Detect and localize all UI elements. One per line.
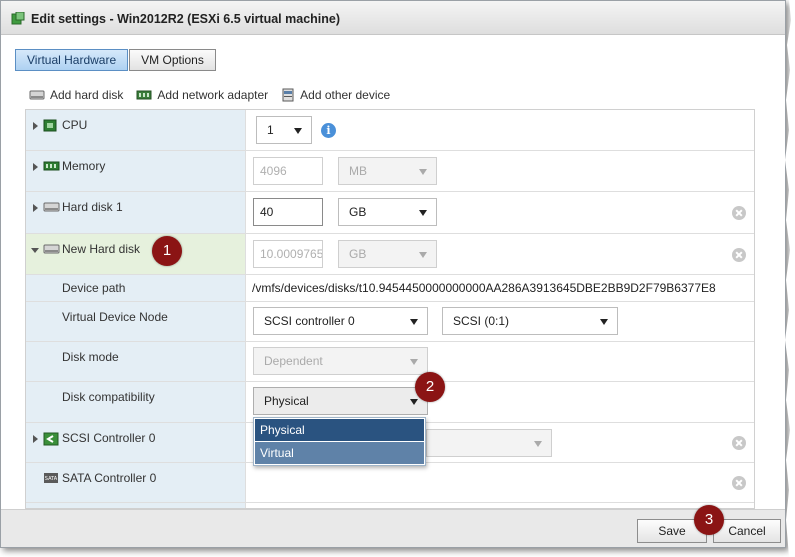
disk-mode-label: Disk mode	[62, 350, 119, 364]
row-memory: Memory 4096 MB	[26, 150, 754, 191]
dialog-title: Edit settings - Win2012R2 (ESXi 6.5 virt…	[31, 12, 341, 26]
remove-hard-disk-1-icon[interactable]	[732, 206, 746, 220]
title-bar: Edit settings - Win2012R2 (ESXi 6.5 virt…	[1, 1, 785, 35]
disk-compatibility-value: Physical	[264, 394, 309, 408]
hard-disk-1-label: Hard disk 1	[62, 200, 123, 214]
scsi-controller-label: SCSI Controller 0	[62, 431, 156, 445]
controller-value: SCSI controller 0	[264, 314, 355, 328]
hard-disk-icon	[43, 202, 60, 212]
device-path-value: /vmfs/devices/disks/t10.9454450000000000…	[252, 281, 716, 295]
remove-sata-controller-icon[interactable]	[732, 476, 746, 490]
info-icon[interactable]: i	[321, 123, 336, 138]
cpu-label: CPU	[62, 118, 88, 132]
row-hard-disk-1: Hard disk 1 40 GB	[26, 191, 754, 233]
add-hard-disk-button[interactable]: Add hard disk	[29, 88, 123, 102]
row-virtual-device-node: Virtual Device Node SCSI controller 0 SC…	[26, 301, 754, 341]
cpu-count-select[interactable]: 1	[256, 116, 312, 144]
annotation-badge: 2	[415, 372, 445, 402]
memory-unit-select[interactable]: MB	[338, 157, 437, 185]
remove-new-hard-disk-icon[interactable]	[732, 248, 746, 262]
virtual-device-node-label: Virtual Device Node	[62, 310, 168, 324]
add-network-adapter-button[interactable]: Add network adapter	[136, 88, 268, 102]
new-hard-disk-label: New Hard disk	[62, 242, 141, 256]
disk-mode-select[interactable]: Dependent	[253, 347, 428, 375]
hard-disk-1-size-input[interactable]: 40	[253, 198, 323, 226]
memory-size-input[interactable]: 4096	[253, 157, 323, 185]
edit-settings-dialog: Edit settings - Win2012R2 (ESXi 6.5 virt…	[0, 0, 786, 548]
tab-vm-options[interactable]: VM Options	[129, 49, 216, 71]
disk-compatibility-dropdown: Physical Virtual	[253, 417, 426, 466]
disk-compatibility-select[interactable]: Physical	[253, 387, 428, 415]
sata-controller-icon: SATA	[44, 473, 58, 483]
other-device-icon	[282, 88, 294, 102]
annotation-badge: 3	[694, 505, 724, 535]
new-hard-disk-unit-select[interactable]: GB	[338, 240, 437, 268]
device-node-select[interactable]: SCSI (0:1)	[442, 307, 618, 335]
device-path-label: Device path	[62, 281, 126, 295]
hard-disk-1-unit-value: GB	[349, 205, 367, 219]
row-device-path: Device path /vmfs/devices/disks/t10.9454…	[26, 274, 754, 301]
expand-caret-icon[interactable]	[33, 435, 38, 443]
annotation-badge: 1	[152, 236, 182, 266]
memory-label: Memory	[62, 159, 106, 173]
device-node-value: SCSI (0:1)	[453, 314, 510, 328]
add-network-adapter-label: Add network adapter	[157, 88, 269, 102]
cpu-count-value: 1	[267, 123, 274, 137]
controller-select[interactable]: SCSI controller 0	[253, 307, 428, 335]
add-hard-disk-label: Add hard disk	[50, 88, 124, 102]
cpu-icon	[43, 119, 57, 132]
network-adapter-icon	[136, 90, 152, 100]
add-other-device-button[interactable]: Add other device	[281, 88, 390, 102]
svg-text:SATA: SATA	[45, 476, 58, 482]
option-physical[interactable]: Physical	[255, 419, 424, 441]
tab-virtual-hardware[interactable]: Virtual Hardware	[15, 49, 129, 71]
expand-caret-icon[interactable]	[33, 163, 38, 171]
collapse-caret-icon[interactable]	[31, 248, 39, 253]
dialog-footer: Save Cancel	[1, 509, 785, 547]
scsi-controller-icon	[43, 432, 59, 446]
row-cpu: CPU 1 i	[26, 110, 754, 150]
memory-icon	[43, 161, 60, 171]
new-hard-disk-size-input[interactable]: 10.0009765	[253, 240, 323, 268]
torn-edge	[785, 0, 795, 557]
row-disk-mode: Disk mode Dependent	[26, 341, 754, 381]
row-partial	[26, 502, 754, 508]
vm-icon	[11, 12, 25, 25]
expand-caret-icon[interactable]	[33, 122, 38, 130]
memory-unit-value: MB	[349, 164, 367, 178]
row-disk-compatibility: Disk compatibility Physical	[26, 381, 754, 422]
new-hard-disk-unit-value: GB	[349, 247, 367, 261]
disk-compatibility-label: Disk compatibility	[62, 390, 155, 404]
remove-scsi-controller-icon[interactable]	[732, 436, 746, 450]
row-new-hard-disk: New Hard disk 10.0009765 GB	[26, 233, 754, 274]
hard-disk-icon	[29, 90, 45, 100]
sata-controller-label: SATA Controller 0	[62, 471, 157, 485]
hard-disk-1-unit-select[interactable]: GB	[338, 198, 437, 226]
option-virtual[interactable]: Virtual	[255, 442, 424, 464]
disk-mode-value: Dependent	[264, 354, 323, 368]
add-other-device-label: Add other device	[300, 88, 391, 102]
hard-disk-icon	[43, 244, 60, 254]
device-toolbar: Add hard disk Add network adapter Add ot…	[29, 88, 390, 102]
row-sata-controller: SATA SATA Controller 0	[26, 462, 754, 502]
scsi-type-select[interactable]	[426, 429, 552, 457]
tab-bar: Virtual Hardware VM Options	[15, 49, 216, 71]
expand-caret-icon[interactable]	[33, 204, 38, 212]
